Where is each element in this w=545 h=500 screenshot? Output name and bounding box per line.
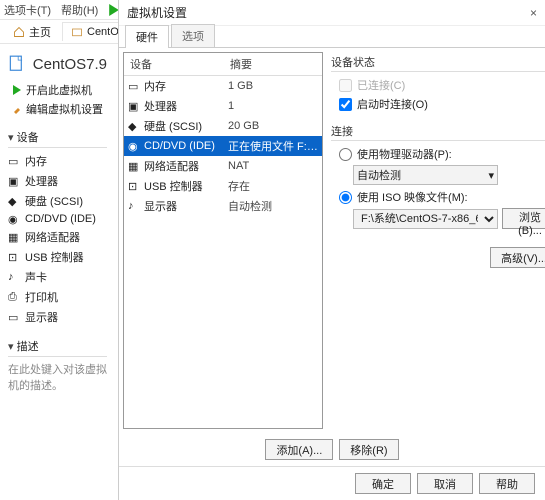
section-devices[interactable]: ▾ 设备 bbox=[8, 129, 107, 148]
ok-button[interactable]: 确定 bbox=[355, 473, 411, 494]
sidebar-device-item[interactable]: ♪声卡 bbox=[8, 268, 107, 286]
section-description[interactable]: ▾ 描述 bbox=[8, 338, 107, 357]
link-start-vm[interactable]: 开启此虚拟机 bbox=[12, 82, 107, 98]
connection-title: 连接 bbox=[331, 123, 545, 139]
device-icon: ▣ bbox=[8, 175, 20, 187]
cancel-button[interactable]: 取消 bbox=[417, 473, 473, 494]
device-icon: ▭ bbox=[128, 80, 140, 92]
radio-use-iso[interactable]: 使用 ISO 映像文件(M): bbox=[339, 189, 545, 205]
device-icon: ▭ bbox=[8, 155, 20, 167]
remove-button[interactable]: 移除(R) bbox=[339, 439, 398, 460]
sidebar-device-item[interactable]: ⊡USB 控制器 bbox=[8, 248, 107, 266]
hardware-row[interactable]: ▦网络适配器NAT bbox=[124, 156, 322, 176]
device-icon: ◉ bbox=[128, 140, 140, 152]
vm-icon bbox=[8, 54, 27, 74]
checkbox-connect-at-power[interactable]: 启动时连接(O) bbox=[339, 96, 545, 112]
hardware-row[interactable]: ◆硬盘 (SCSI)20 GB bbox=[124, 116, 322, 136]
wrench-icon bbox=[12, 104, 22, 114]
device-icon: ◆ bbox=[128, 120, 140, 132]
hardware-list-header: 设备摘要 bbox=[124, 53, 322, 76]
hardware-row[interactable]: ▣处理器1 bbox=[124, 96, 322, 116]
play-icon bbox=[12, 85, 22, 95]
dialog-close-icon[interactable]: × bbox=[530, 6, 537, 20]
device-icon: ♪ bbox=[8, 271, 20, 283]
device-status-title: 设备状态 bbox=[331, 54, 545, 70]
device-icon: ⊡ bbox=[128, 180, 140, 192]
description-text: 在此处键入对该虚拟机的描述。 bbox=[8, 361, 107, 393]
dialog-tab-options[interactable]: 选项 bbox=[171, 24, 215, 47]
device-icon: ⎙ bbox=[8, 291, 20, 303]
device-icon: ◆ bbox=[8, 195, 20, 207]
hardware-row[interactable]: ◉CD/DVD (IDE)正在使用文件 F:\系统\CentO... bbox=[124, 136, 322, 156]
sidebar-device-item[interactable]: ◉CD/DVD (IDE) bbox=[8, 212, 107, 226]
add-button[interactable]: 添加(A)... bbox=[265, 439, 333, 460]
checkbox-connected: 已连接(C) bbox=[339, 77, 545, 93]
sidebar-device-item[interactable]: ⎙打印机 bbox=[8, 288, 107, 306]
hardware-list: 设备摘要 ▭内存1 GB▣处理器1◆硬盘 (SCSI)20 GB◉CD/DVD … bbox=[123, 52, 323, 429]
physical-drive-select: 自动检测▾ bbox=[353, 165, 498, 185]
dialog-tab-hardware[interactable]: 硬件 bbox=[125, 25, 169, 48]
dialog-title: 虚拟机设置 bbox=[127, 4, 187, 21]
device-icon: ◉ bbox=[8, 213, 20, 225]
menu-options[interactable]: 选项卡(T) bbox=[4, 2, 51, 18]
sidebar-device-item[interactable]: ◆硬盘 (SCSI) bbox=[8, 192, 107, 210]
advanced-button[interactable]: 高级(V)... bbox=[490, 247, 545, 268]
vm-title: CentOS7.9 bbox=[8, 54, 107, 74]
device-icon: ⊡ bbox=[8, 251, 20, 263]
help-button[interactable]: 帮助 bbox=[479, 473, 535, 494]
hardware-row[interactable]: ⊡USB 控制器存在 bbox=[124, 176, 322, 196]
hardware-row[interactable]: ♪显示器自动检测 bbox=[124, 196, 322, 216]
sidebar-device-item[interactable]: ▦网络适配器 bbox=[8, 228, 107, 246]
folder-icon bbox=[71, 26, 83, 38]
device-icon: ▦ bbox=[128, 160, 140, 172]
vm-settings-dialog: 虚拟机设置 × 硬件 选项 设备摘要 ▭内存1 GB▣处理器1◆硬盘 (SCSI… bbox=[118, 0, 545, 500]
radio-use-physical[interactable]: 使用物理驱动器(P): bbox=[339, 146, 545, 162]
tab-home[interactable]: 主页 bbox=[4, 20, 60, 43]
browse-button[interactable]: 浏览(B)... bbox=[502, 208, 545, 229]
device-icon: ▣ bbox=[128, 100, 140, 112]
menu-help[interactable]: 帮助(H) bbox=[61, 2, 98, 18]
link-edit-settings[interactable]: 编辑虚拟机设置 bbox=[12, 101, 107, 117]
sidebar-device-item[interactable]: ▣处理器 bbox=[8, 172, 107, 190]
tab-home-label: 主页 bbox=[29, 24, 51, 40]
device-icon: ▦ bbox=[8, 231, 20, 243]
hardware-row[interactable]: ▭内存1 GB bbox=[124, 76, 322, 96]
device-icon: ▭ bbox=[8, 311, 20, 323]
device-icon: ♪ bbox=[128, 200, 140, 212]
sidebar-device-item[interactable]: ▭显示器 bbox=[8, 308, 107, 326]
iso-path-select[interactable]: F:\系统\CentOS-7-x86_64-DVI bbox=[353, 209, 498, 229]
sidebar-device-item[interactable]: ▭内存 bbox=[8, 152, 107, 170]
home-icon bbox=[13, 26, 25, 38]
